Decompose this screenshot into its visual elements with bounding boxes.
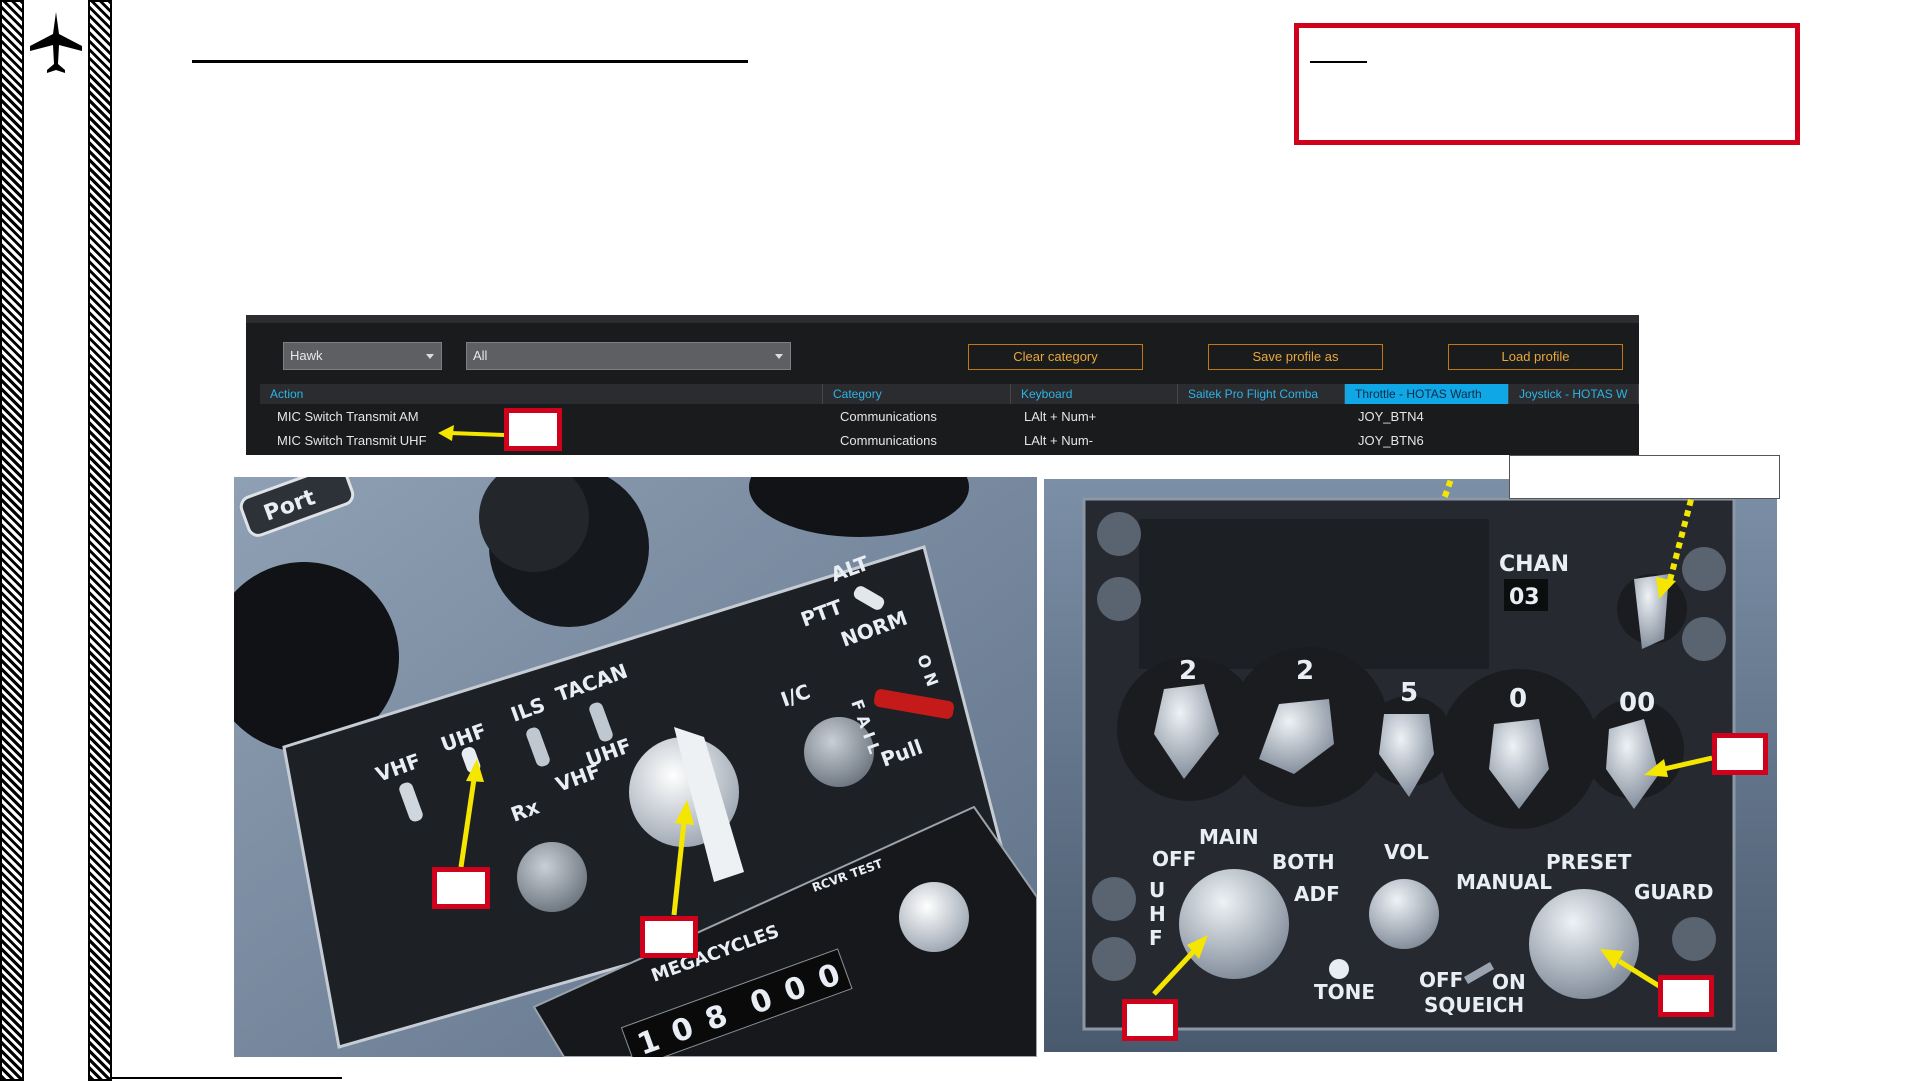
label-on-squelch: ON [1492,970,1526,994]
title-underline [192,60,748,63]
dial-digit: 2 [1296,656,1314,686]
label-off-squelch: OFF [1419,968,1463,992]
column-header-keyboard[interactable]: Keyboard [1011,384,1178,404]
note-box [1294,23,1800,145]
window-frame [246,315,1639,323]
red-marker-box [1658,975,1714,1017]
label-uhf-h: H [1149,902,1166,926]
column-header-joystick[interactable]: Joystick - HOTAS W [1509,384,1639,404]
label-both: BOTH [1272,850,1335,874]
label-main: MAIN [1199,825,1259,849]
label-preset: PRESET [1546,850,1632,874]
cell-action: MIC Switch Transmit UHF [277,433,427,448]
label-manual: MANUAL [1456,870,1552,894]
dial-digit: 00 [1619,688,1655,718]
controls-window: Hawk All Clear category Save profile as … [246,315,1639,455]
airplane-icon [24,8,88,78]
category-dropdown[interactable]: All [466,342,791,370]
dial-digit: 2 [1179,656,1197,686]
uhf-radio-photo: CHAN 03 2 2 5 0 00 OFF MAIN BOTH ADF U H… [1044,479,1777,1052]
label-adf: ADF [1294,882,1340,906]
yellow-arrow-icon [438,425,505,441]
cell-category: Communications [840,433,937,448]
label-off: OFF [1152,847,1196,871]
cell-throttle: JOY_BTN6 [1358,433,1424,448]
label-chan: CHAN [1499,552,1569,577]
red-marker-box [432,867,490,909]
sidebar-hatch-left [0,0,24,1081]
aircraft-dropdown[interactable]: Hawk [283,342,442,370]
column-header-throttle[interactable]: Throttle - HOTAS Warth [1345,384,1509,404]
dial-digit: 0 [1509,684,1527,714]
column-header-category[interactable]: Category [823,384,1011,404]
callout-box [1509,455,1780,499]
label-guard: GUARD [1634,880,1714,904]
red-marker-box [1712,733,1768,775]
comm-panel-photo: Port VHF UHF ILS TACAN UHF VHF Rx ALT PT… [234,477,1037,1057]
cell-action: MIC Switch Transmit AM [277,409,419,424]
aircraft-dropdown-value: Hawk [290,348,323,363]
footer-line [112,1077,342,1079]
chevron-down-icon [775,354,783,359]
sidebar-hatch-right [88,0,112,1081]
cell-throttle: JOY_BTN4 [1358,409,1424,424]
category-dropdown-value: All [473,348,488,363]
chan-readout: 03 [1509,585,1540,610]
clear-category-button[interactable]: Clear category [968,344,1143,370]
cell-category: Communications [840,409,937,424]
label-vol: VOL [1384,840,1429,864]
chevron-down-icon [426,354,434,359]
cell-keyboard: LAlt + Num+ [1024,409,1097,424]
column-header-action[interactable]: Action [260,384,823,404]
red-marker-box [504,408,562,451]
label-tone: TONE [1314,980,1375,1004]
label-uhf-u: U [1149,878,1165,902]
column-header-saitek[interactable]: Saitek Pro Flight Comba [1178,384,1345,404]
red-marker-box [640,916,698,958]
dial-digit: 5 [1400,678,1418,708]
cell-keyboard: LAlt + Num- [1024,433,1093,448]
label-squeich: SQUEICH [1424,993,1524,1017]
note-underline [1310,61,1367,63]
red-marker-box [1122,999,1178,1041]
load-profile-button[interactable]: Load profile [1448,344,1623,370]
label-uhf-f: F [1149,926,1163,950]
save-profile-button[interactable]: Save profile as [1208,344,1383,370]
